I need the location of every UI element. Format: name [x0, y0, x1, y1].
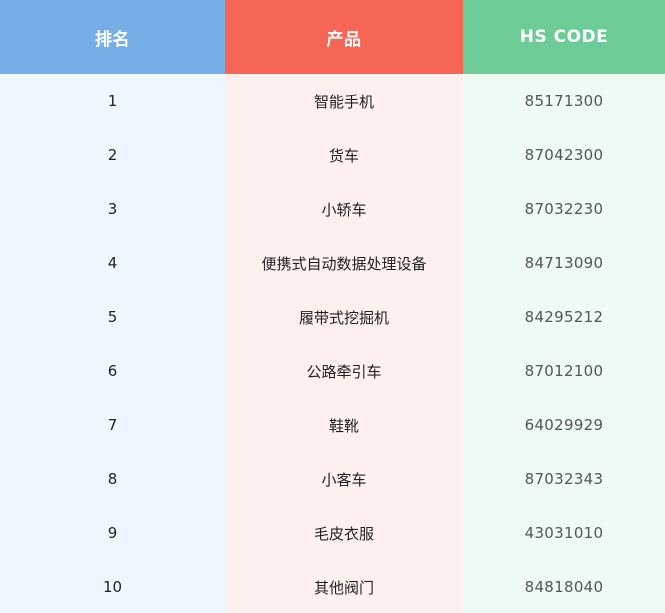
cell-product: 货车 — [225, 128, 463, 182]
cell-product: 其他阀门 — [225, 560, 463, 613]
cell-hs-code: 64029929 — [463, 398, 665, 452]
cell-rank: 9 — [0, 506, 225, 560]
cell-hs-code: 84713090 — [463, 236, 665, 290]
cell-rank: 5 — [0, 290, 225, 344]
cell-product: 便携式自动数据处理设备 — [225, 236, 463, 290]
cell-rank: 3 — [0, 182, 225, 236]
cell-hs-code: 85171300 — [463, 74, 665, 128]
cell-rank: 8 — [0, 452, 225, 506]
cell-product: 毛皮衣服 — [225, 506, 463, 560]
cell-rank: 4 — [0, 236, 225, 290]
cell-hs-code: 84295212 — [463, 290, 665, 344]
cell-hs-code: 87032230 — [463, 182, 665, 236]
header-rank: 排名 — [0, 0, 225, 74]
cell-hs-code: 84818040 — [463, 560, 665, 613]
cell-product: 智能手机 — [225, 74, 463, 128]
cell-product: 履带式挖掘机 — [225, 290, 463, 344]
cell-rank: 10 — [0, 560, 225, 613]
cell-rank: 1 — [0, 74, 225, 128]
header-hs-code: HS CODE — [463, 0, 665, 74]
cell-product: 小客车 — [225, 452, 463, 506]
cell-hs-code: 87042300 — [463, 128, 665, 182]
cell-rank: 2 — [0, 128, 225, 182]
ranking-table: 排名 产品 HS CODE 1 智能手机 85171300 2 货车 87042300 3 小… — [0, 0, 665, 613]
cell-rank: 7 — [0, 398, 225, 452]
cell-product: 小轿车 — [225, 182, 463, 236]
cell-hs-code: 87032343 — [463, 452, 665, 506]
header-product: 产品 — [225, 0, 463, 74]
cell-product: 公路牵引车 — [225, 344, 463, 398]
cell-hs-code: 87012100 — [463, 344, 665, 398]
cell-product: 鞋靴 — [225, 398, 463, 452]
cell-rank: 6 — [0, 344, 225, 398]
cell-hs-code: 43031010 — [463, 506, 665, 560]
